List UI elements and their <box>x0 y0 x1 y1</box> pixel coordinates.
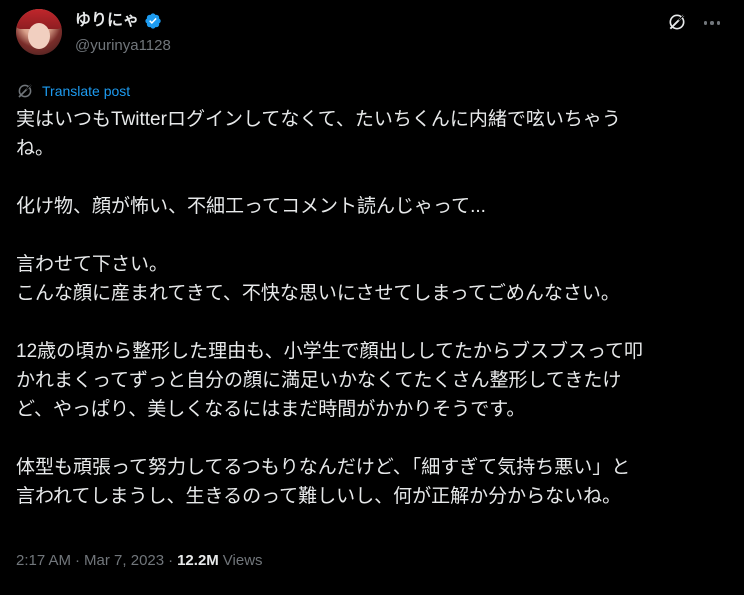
post-date[interactable]: Mar 7, 2023 <box>84 551 164 571</box>
post-text: 実はいつもTwitterログインしてなくて、たいちくんに内緒で呟いちゃう ね。 … <box>16 105 731 511</box>
author-display-name[interactable]: ゆりにゃ <box>75 11 139 31</box>
meta-separator: · <box>168 552 174 569</box>
views-label[interactable]: Views <box>223 551 263 571</box>
post-line: 言われてしまうし、生きるのって難しいし、何が正解か分からないね。 <box>16 486 622 507</box>
tweet: ゆりにゃ @yurinya1128 Translate post 実はいつもTw… <box>0 0 744 595</box>
more-dot <box>710 21 714 25</box>
post-line: 実はいつもTwitterログインしてなくて、たいちくんに内緒で呟いちゃう <box>16 109 621 130</box>
translate-icon <box>18 83 33 98</box>
post-line: かれまくってずっと自分の顔に満足いかなくてたくさん整形してきたけ <box>16 370 622 391</box>
post-line: 体型も頑張って努力してるつもりなんだけど、「細すぎて気持ち悪い」と <box>16 457 631 478</box>
post-line: 化け物、顔が怖い、不細工ってコメント読んじゃって... <box>16 196 486 217</box>
post-line: ど、やっぱり、美しくなるにはまだ時間がかかりそうです。 <box>16 399 526 420</box>
translate-post-link[interactable]: Translate post <box>16 82 130 100</box>
post-line: 言わせて下さい。 <box>16 254 169 275</box>
post-line: こんな顔に産まれてきて、不快な思いにさせてしまってごめんなさい。 <box>16 283 620 304</box>
author-handle[interactable]: @yurinya1128 <box>75 36 171 56</box>
avatar[interactable] <box>16 9 62 55</box>
verified-badge-icon <box>145 13 161 29</box>
post-metadata: 2:17 AM · Mar 7, 2023 · 12.2M Views <box>16 551 263 571</box>
grok-icon[interactable] <box>667 12 687 32</box>
meta-separator: · <box>75 552 81 569</box>
post-time[interactable]: 2:17 AM <box>16 551 71 571</box>
translate-label[interactable]: Translate post <box>42 82 130 100</box>
avatar-face <box>28 23 50 49</box>
author-name-row[interactable]: ゆりにゃ <box>75 11 162 31</box>
more-dot <box>703 21 708 25</box>
post-line: 12歳の頃から整形した理由も、小学生で顔出ししてたからブスブスって叩 <box>16 341 644 362</box>
more-options-icon[interactable] <box>700 11 724 35</box>
post-line: ね。 <box>16 138 55 159</box>
views-count[interactable]: 12.2M <box>177 551 219 571</box>
more-dot <box>716 21 721 25</box>
